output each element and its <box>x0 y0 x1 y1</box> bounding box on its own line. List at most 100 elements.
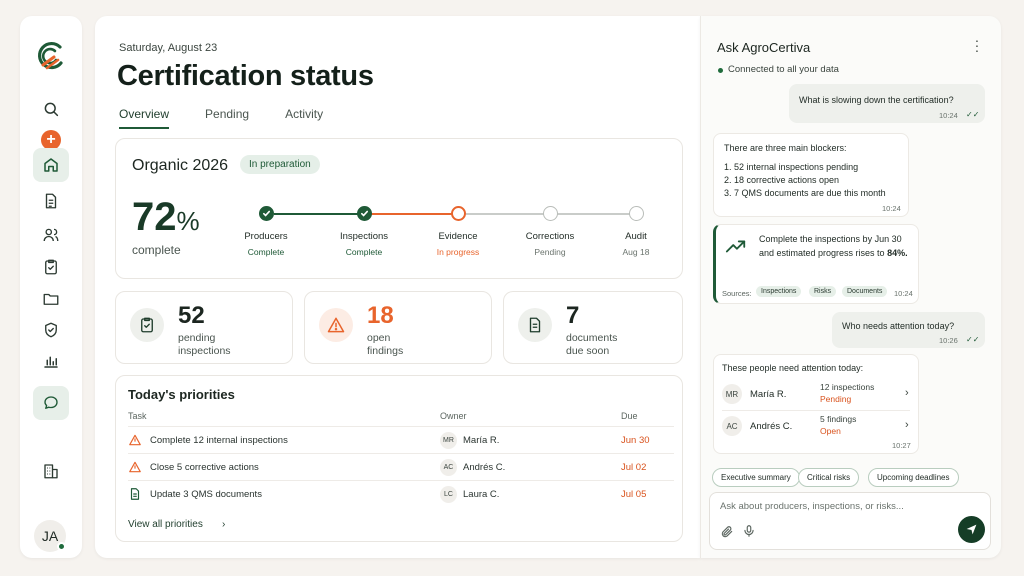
person-status: Open <box>820 426 841 436</box>
send-icon <box>966 524 977 535</box>
stat-label-line-1: documents <box>566 332 618 344</box>
home-icon[interactable] <box>33 148 69 182</box>
owner-avatar: AC <box>440 459 457 476</box>
search-icon[interactable] <box>33 92 69 126</box>
source-chip[interactable]: Documents <box>842 286 888 297</box>
microphone-icon[interactable] <box>742 524 756 538</box>
owner-avatar: MR <box>440 432 457 449</box>
documents-icon[interactable] <box>33 184 69 218</box>
tab-pending[interactable]: Pending <box>205 107 249 129</box>
stat-value: 7 <box>566 302 580 329</box>
step-corrections-name: Corrections <box>525 231 575 242</box>
message-text-line-2: and estimated progress rises to 84%. <box>759 247 908 260</box>
add-button[interactable]: + <box>41 130 61 150</box>
checklist-icon[interactable] <box>33 250 69 284</box>
suggestion-chip[interactable]: Upcoming deadlines <box>868 468 959 487</box>
step-corrections-dot <box>543 206 558 221</box>
stat-value: 18 <box>367 302 394 329</box>
stat-card-inspections[interactable]: 52 pending inspections <box>115 291 293 364</box>
table-row[interactable]: Complete 12 internal inspections MR Marí… <box>128 426 674 453</box>
folder-icon[interactable] <box>33 282 69 316</box>
message-text: What is slowing down the certification? <box>799 95 954 105</box>
chevron-right-icon[interactable]: › <box>222 519 225 530</box>
step-inspections-dot <box>357 206 372 221</box>
step-audit-dot <box>629 206 644 221</box>
stat-card-findings[interactable]: 18 open findings <box>304 291 492 364</box>
person-row[interactable]: AC Andrés C. 5 findings Open › <box>722 412 910 442</box>
person-avatar: AC <box>722 416 742 436</box>
send-button[interactable] <box>958 516 985 543</box>
assistant-insight-message: Complete the inspections by Jun 30 and e… <box>713 224 919 304</box>
list-item: 3. 7 QMS documents are due this month <box>724 188 886 198</box>
step-producers-status: Complete <box>247 247 285 257</box>
stat-label: documents due soon <box>566 332 646 358</box>
person-detail: 5 findings <box>820 414 857 424</box>
due-date: Jul 05 <box>621 489 647 500</box>
message-text: Who needs attention today? <box>842 321 955 331</box>
list-item: 2. 18 corrective actions open <box>724 175 840 185</box>
tab-activity[interactable]: Activity <box>285 107 323 129</box>
chat-input[interactable] <box>720 501 980 512</box>
step-evidence-status: In progress <box>436 247 480 257</box>
table-row[interactable]: Update 3 QMS documents LC Laura C. Jul 0… <box>128 480 674 507</box>
user-message: Who needs attention today? 10:26 ✓✓ <box>832 312 985 348</box>
assistant-message: There are three main blockers: 1. 52 int… <box>713 133 909 217</box>
column-header-owner: Owner <box>440 411 467 421</box>
chevron-right-icon[interactable]: › <box>905 419 909 431</box>
person-row[interactable]: MR María R. 12 inspections Pending › <box>722 380 910 410</box>
stat-card-documents[interactable]: 7 documents due soon <box>503 291 683 364</box>
step-evidence-name: Evidence <box>438 231 478 242</box>
task-name: Complete 12 internal inspections <box>150 435 288 446</box>
person-name: Andrés C. <box>750 421 793 432</box>
stat-label-line-1: pending <box>178 332 216 344</box>
building-icon[interactable] <box>33 454 69 488</box>
completion-percent: 72% <box>132 195 200 240</box>
page-title: Certification status <box>117 60 374 92</box>
warning-icon <box>129 461 141 473</box>
completion-percent-value: 72 <box>132 195 177 239</box>
shield-icon[interactable] <box>33 313 69 347</box>
stat-label-line-2: due soon <box>566 345 610 357</box>
user-message: What is slowing down the certification? … <box>789 84 985 123</box>
users-icon[interactable] <box>33 218 69 252</box>
suggestion-chip[interactable]: Critical risks <box>798 468 860 487</box>
stat-label: open findings <box>367 332 447 358</box>
chevron-right-icon[interactable]: › <box>905 387 909 399</box>
stat-label: pending inspections <box>178 332 258 358</box>
priorities-title: Today's priorities <box>128 387 235 402</box>
program-name: Organic 2026 <box>132 157 229 174</box>
message-time: 10:27 <box>892 441 911 450</box>
certification-progress-card: Organic 2026 In preparation 72% complete… <box>115 138 683 279</box>
chat-icon[interactable] <box>33 386 69 420</box>
message-time: 10:24 <box>894 289 913 298</box>
more-options-icon[interactable]: · · · <box>973 33 981 57</box>
step-producers-name: Producers <box>244 231 288 242</box>
tab-overview[interactable]: Overview <box>119 107 170 129</box>
paperclip-icon[interactable] <box>720 525 734 539</box>
source-chip[interactable]: Inspections <box>756 286 802 297</box>
clipboard-check-icon <box>130 308 164 342</box>
warning-icon <box>129 434 141 446</box>
chart-icon[interactable] <box>33 344 69 378</box>
stat-label-line-2: inspections <box>178 345 231 357</box>
step-evidence-dot <box>451 206 466 221</box>
message-text: There are three main blockers: <box>724 143 847 153</box>
app-logo[interactable] <box>33 38 69 74</box>
estimated-progress-value: 84%. <box>887 248 908 258</box>
column-header-task: Task <box>128 411 147 421</box>
connection-status-dot <box>718 68 723 73</box>
suggestion-chip[interactable]: Executive summary <box>712 468 800 487</box>
table-row[interactable]: Close 5 corrective actions AC Andrés C. … <box>128 453 674 480</box>
view-all-priorities-link[interactable]: View all priorities <box>128 519 203 530</box>
connection-status: Connected to all your data <box>728 64 839 75</box>
document-icon <box>518 308 552 342</box>
assistant-message: These people need attention today: MR Ma… <box>713 354 919 454</box>
task-name: Update 3 QMS documents <box>150 489 262 500</box>
owner-name: Andrés C. <box>463 462 506 473</box>
assistant-title: Ask AgroCertiva <box>717 40 811 55</box>
stat-label-line-2: findings <box>367 345 404 357</box>
read-receipt-icon: ✓✓ <box>966 110 980 119</box>
owner-avatar: LC <box>440 486 457 503</box>
owner-name: Laura C. <box>463 489 500 500</box>
source-chip[interactable]: Risks <box>809 286 837 297</box>
